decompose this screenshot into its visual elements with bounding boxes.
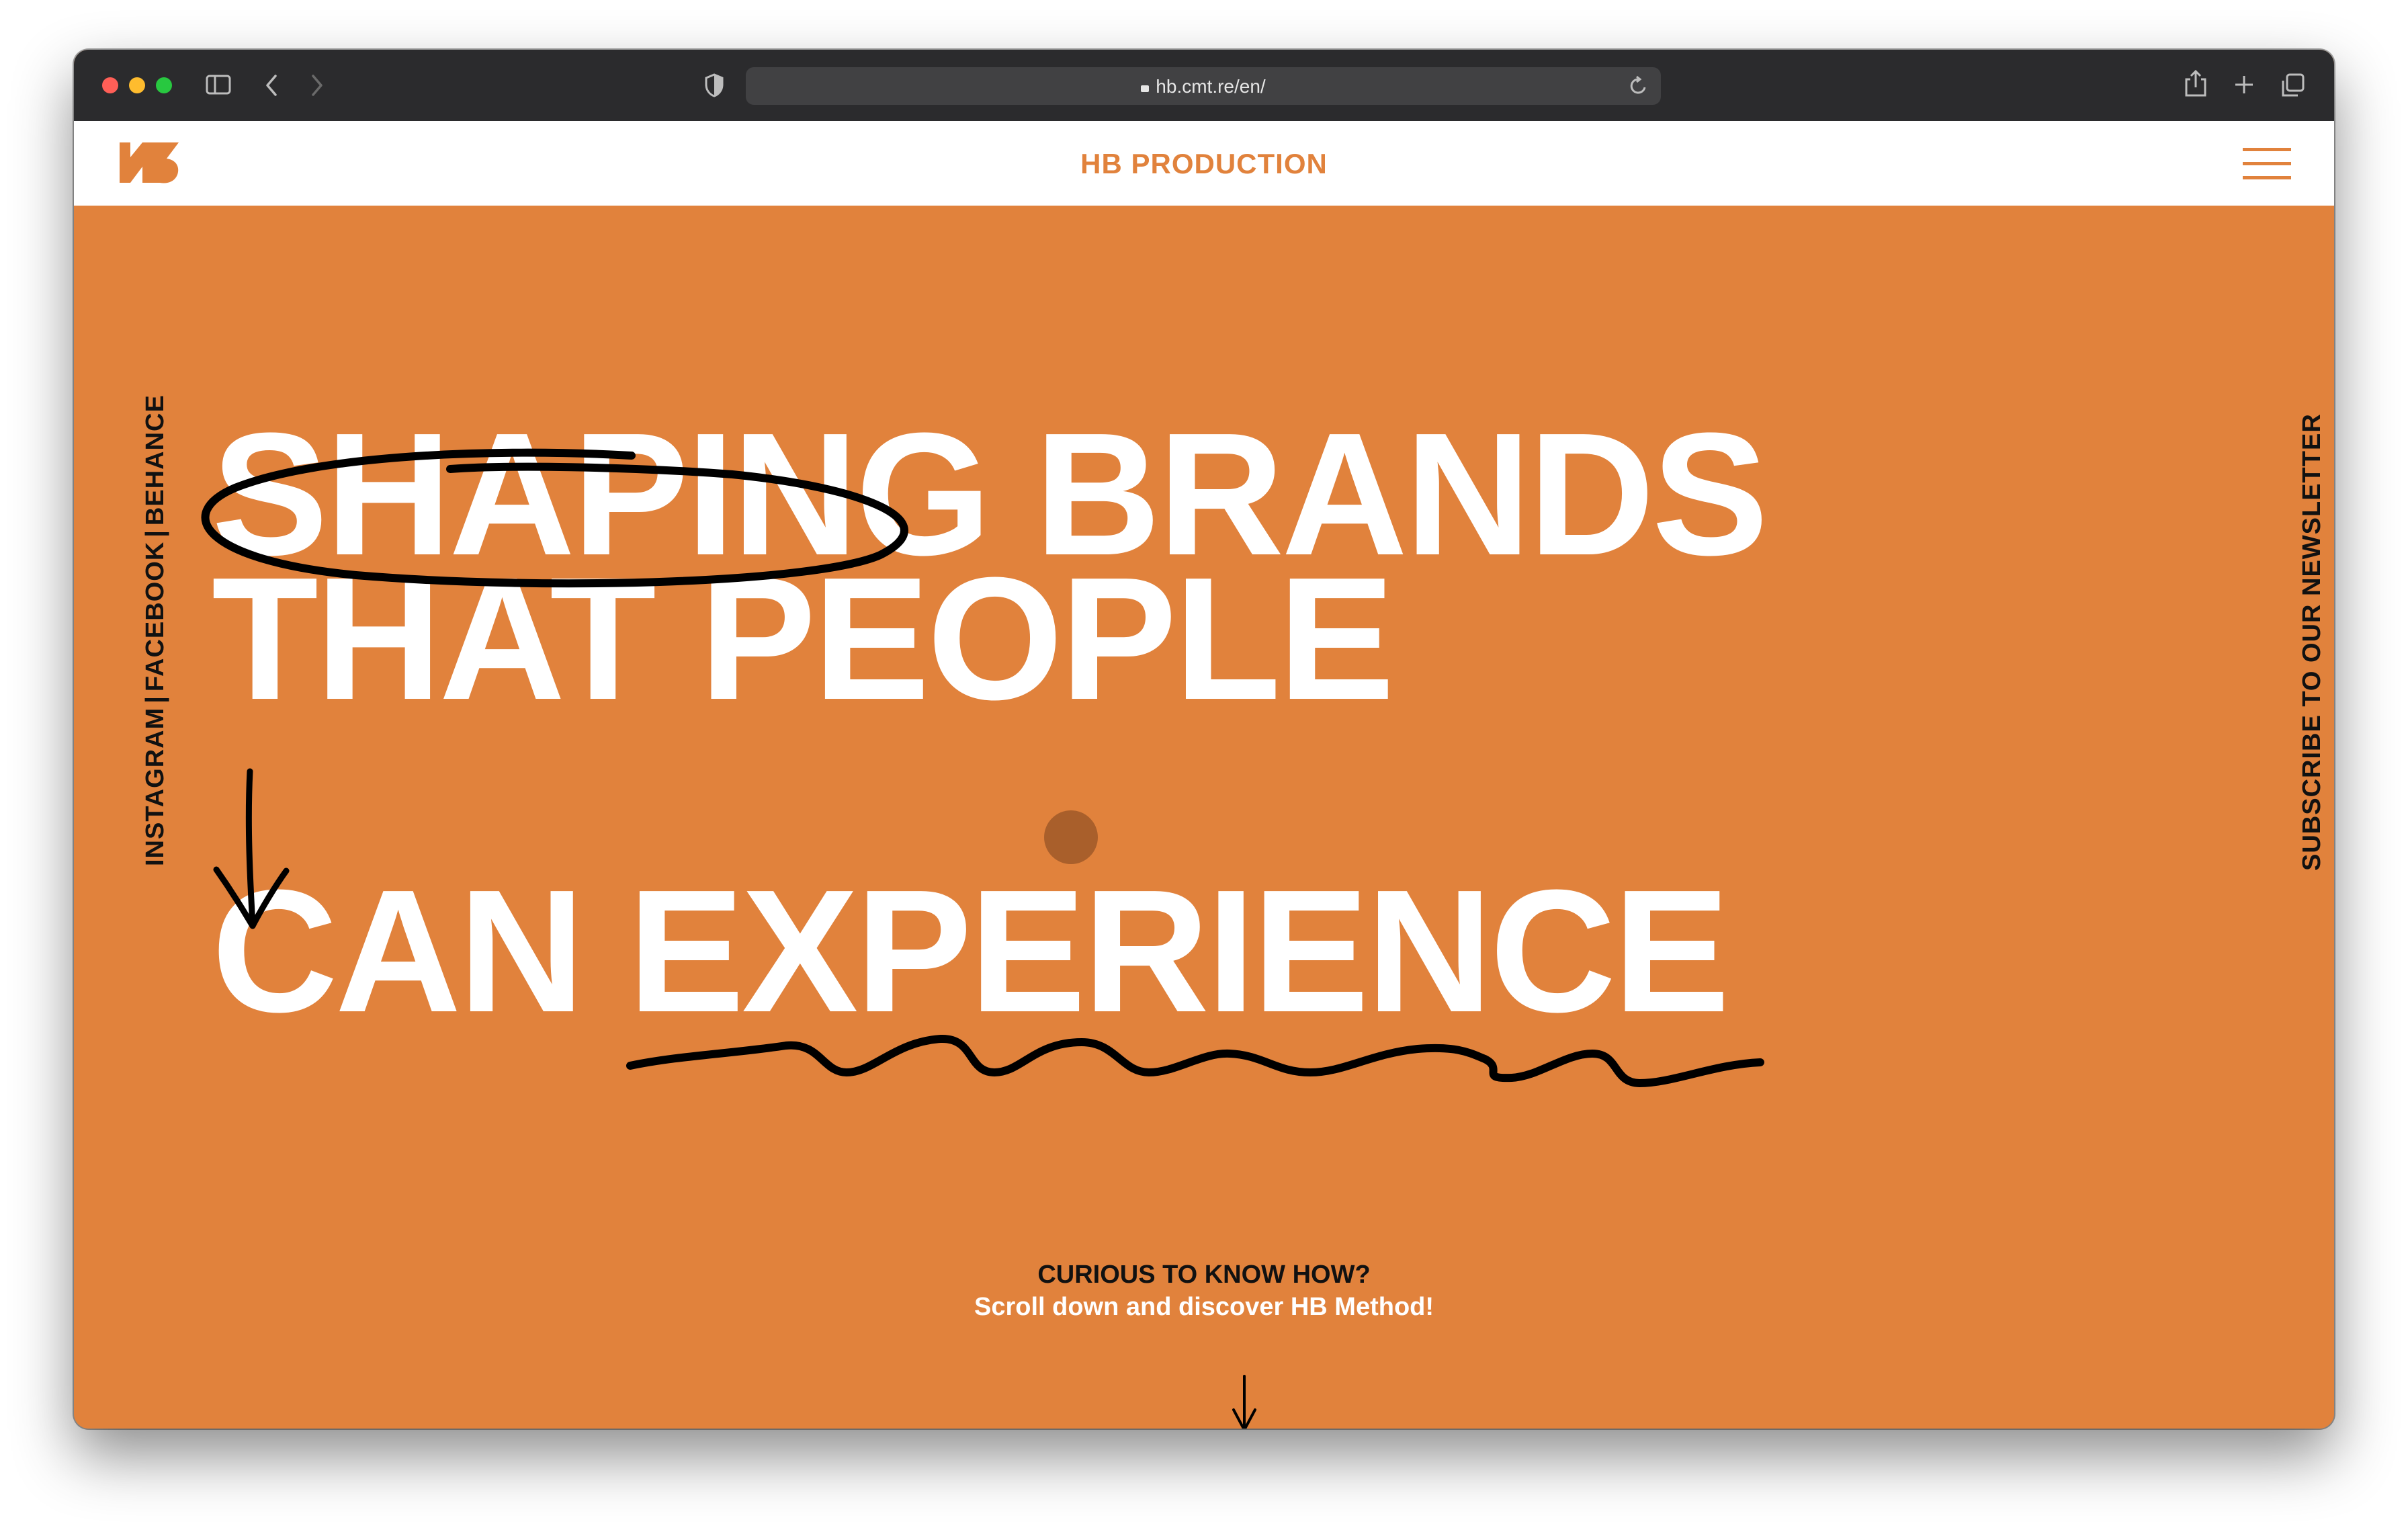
- squiggle-underline: [626, 1034, 1764, 1088]
- url-text: hb.cmt.re/en/: [1156, 76, 1266, 97]
- privacy-shield-icon[interactable]: [704, 73, 724, 98]
- close-window-button[interactable]: [102, 77, 118, 93]
- address-bar[interactable]: hb.cmt.re/en/: [746, 67, 1661, 105]
- site-header: HB HB PRODUCTION: [74, 121, 2334, 206]
- new-tab-icon[interactable]: [2233, 74, 2255, 95]
- hand-drawn-annotations: [201, 448, 1764, 1429]
- browser-window: hb.cmt.re/en/ HB HB PRODUCTION: [74, 50, 2334, 1429]
- sidebar-toggle-icon[interactable]: [206, 74, 232, 97]
- scribble-ellipse: [201, 448, 908, 588]
- zoom-window-button[interactable]: [156, 77, 172, 93]
- reload-icon[interactable]: [1629, 75, 1649, 97]
- minimize-window-button[interactable]: [129, 77, 145, 93]
- hamburger-menu-icon[interactable]: [2243, 148, 2291, 180]
- back-icon[interactable]: [263, 73, 280, 97]
- hero-section: SHAPING BRANDS THAT PEOPLE CAN EXPERIENC…: [74, 206, 2334, 1429]
- lock-icon: [1141, 85, 1150, 92]
- share-icon[interactable]: [2184, 69, 2208, 98]
- forward-icon[interactable]: [309, 73, 325, 97]
- site-title[interactable]: HB PRODUCTION: [74, 148, 2334, 180]
- arrow-down-scribble: [245, 768, 256, 928]
- browser-toolbar: hb.cmt.re/en/: [74, 50, 2334, 122]
- tab-overview-icon[interactable]: [2280, 73, 2306, 98]
